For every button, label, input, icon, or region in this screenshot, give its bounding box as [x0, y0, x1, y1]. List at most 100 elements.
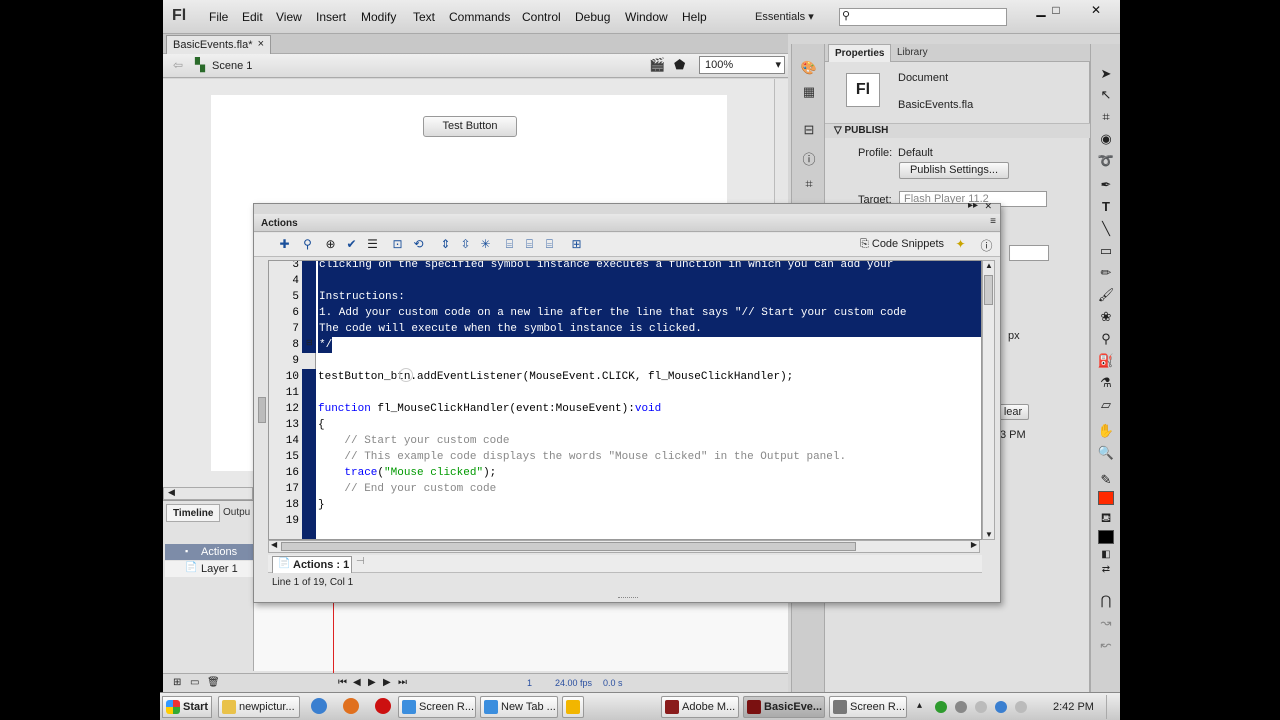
- clear-button[interactable]: lear: [997, 404, 1029, 420]
- layer-1[interactable]: 📄 Layer 1: [165, 561, 253, 577]
- debug-options-icon[interactable]: ⟲: [410, 237, 427, 253]
- firefox-icon[interactable]: [343, 698, 359, 714]
- menu-window[interactable]: Window: [625, 10, 668, 24]
- code-vertical-scrollbar[interactable]: ▲ ▼: [982, 260, 995, 540]
- code-editor[interactable]: 3 4 5 6 7 8 9 10 11 12 13 14 15 16 17 18 19 clicking on …: [268, 260, 982, 540]
- collapse-between-braces-icon[interactable]: ⇕: [437, 237, 454, 253]
- layer-actions[interactable]: ▪ Actions: [165, 544, 253, 560]
- tray-expand-icon[interactable]: ▴: [917, 700, 922, 711]
- text-tool-icon[interactable]: T: [1096, 199, 1116, 217]
- collapse-block-icon[interactable]: ⊟: [306, 338, 313, 347]
- last-frame-icon[interactable]: ⏭: [398, 677, 407, 688]
- apply-block-comment-icon[interactable]: ⌸: [501, 237, 518, 253]
- network-icon[interactable]: [995, 701, 1007, 713]
- zoom-select[interactable]: 100% ▾: [699, 56, 785, 74]
- info-icon[interactable]: ⓘ: [800, 149, 818, 167]
- pencil-tool-icon[interactable]: ✏: [1096, 265, 1116, 283]
- tab-output[interactable]: Outpu: [217, 504, 256, 522]
- help-search-input[interactable]: ⚲: [839, 8, 1007, 26]
- stage-horizontal-scrollbar[interactable]: ◀: [163, 487, 253, 500]
- scroll-down-icon[interactable]: ▼: [985, 530, 993, 539]
- menu-edit[interactable]: Edit: [242, 10, 263, 24]
- stage-color-field[interactable]: [1009, 245, 1049, 261]
- menu-commands[interactable]: Commands: [449, 10, 510, 24]
- taskbar-item-screen-recorder-chrome[interactable]: Screen R...: [398, 696, 476, 718]
- panel-menu-icon[interactable]: ≡: [990, 216, 996, 227]
- step-forward-icon[interactable]: ▶: [383, 677, 391, 688]
- eraser-tool-icon[interactable]: ▱: [1096, 397, 1116, 415]
- smooth-icon[interactable]: ↝: [1096, 615, 1116, 633]
- test-button[interactable]: Test Button: [423, 116, 517, 137]
- edit-symbols-icon[interactable]: ⬟: [674, 57, 685, 73]
- publish-settings-button[interactable]: Publish Settings...: [899, 162, 1009, 179]
- align-icon[interactable]: ⊟: [800, 122, 818, 138]
- show-desktop-button[interactable]: [1106, 695, 1118, 719]
- actions-panel-drag-bar[interactable]: ▸▸ ✕: [254, 200, 1000, 214]
- frame-rate[interactable]: 24.00 fps: [555, 678, 592, 688]
- swap-colors-icon[interactable]: ⇄: [1096, 564, 1116, 582]
- apply-line-comment-icon[interactable]: ⌸: [521, 237, 538, 253]
- subselection-tool-icon[interactable]: ↖: [1096, 87, 1116, 105]
- script-tab[interactable]: 📄 Actions : 1: [272, 556, 352, 573]
- resize-grip[interactable]: [618, 597, 638, 600]
- fill-color-swatch[interactable]: [1098, 530, 1114, 544]
- code-hint-icon[interactable]: ⊡: [389, 237, 406, 253]
- new-layer-icon[interactable]: ⊞: [173, 677, 181, 688]
- free-transform-tool-icon[interactable]: ⌗: [1096, 109, 1116, 127]
- new-folder-icon[interactable]: ▭: [190, 677, 199, 688]
- playhead[interactable]: [333, 601, 334, 676]
- document-tab[interactable]: BasicEvents.fla* ×: [166, 35, 271, 54]
- script-navigator-toggle[interactable]: [258, 397, 266, 423]
- hand-tool-icon[interactable]: ✋: [1096, 423, 1116, 441]
- check-syntax-icon[interactable]: ✔: [343, 237, 360, 253]
- ie-icon[interactable]: [311, 698, 327, 714]
- zoom-tool-icon[interactable]: 🔍: [1096, 445, 1116, 463]
- taskbar-item-explorer[interactable]: newpictur...: [218, 696, 300, 718]
- lasso-tool-icon[interactable]: ➰: [1096, 153, 1116, 171]
- stroke-color-icon[interactable]: ✎: [1096, 472, 1116, 490]
- taskbar-item-new-tab[interactable]: New Tab ...: [480, 696, 558, 718]
- step-back-icon[interactable]: ◀: [353, 677, 361, 688]
- menu-help[interactable]: Help: [682, 10, 707, 24]
- menu-control[interactable]: Control: [522, 10, 561, 24]
- stroke-color-swatch[interactable]: [1098, 491, 1114, 505]
- close-button[interactable]: ✕: [1085, 2, 1107, 18]
- straighten-icon[interactable]: ↜: [1096, 637, 1116, 655]
- delete-layer-icon[interactable]: 🗑: [207, 677, 220, 688]
- bone-tool-icon[interactable]: ⚲: [1096, 331, 1116, 349]
- auto-format-icon[interactable]: ☰: [364, 237, 381, 253]
- volume-icon[interactable]: [1015, 701, 1027, 713]
- scroll-left-icon[interactable]: ◀: [271, 540, 277, 549]
- show-hide-toolbox-icon[interactable]: ⊞: [568, 237, 585, 253]
- transform-icon[interactable]: ⌗: [800, 176, 818, 192]
- fill-color-icon[interactable]: ⛾: [1096, 510, 1116, 528]
- selection-tool-icon[interactable]: ➤: [1096, 66, 1116, 84]
- line-tool-icon[interactable]: ╲: [1096, 221, 1116, 239]
- workspace-switcher[interactable]: Essentials ▾: [755, 10, 814, 23]
- tray-icon-2[interactable]: [955, 701, 967, 713]
- taskbar-item-screen-recorder[interactable]: Screen R...: [829, 696, 907, 718]
- code-snippets-button[interactable]: ⎘ Code Snippets: [860, 238, 944, 251]
- help-icon[interactable]: ⓘ: [978, 237, 995, 253]
- tab-timeline[interactable]: Timeline: [166, 504, 221, 522]
- play-icon[interactable]: ▶: [368, 677, 376, 688]
- scroll-up-icon[interactable]: ▲: [985, 261, 993, 270]
- tray-icon-3[interactable]: [975, 701, 987, 713]
- pen-tool-icon[interactable]: ✒: [1096, 177, 1116, 195]
- menu-insert[interactable]: Insert: [316, 10, 346, 24]
- maximize-button[interactable]: □: [1045, 2, 1067, 18]
- start-button[interactable]: Start: [162, 696, 212, 718]
- swatches-icon[interactable]: ▦: [800, 84, 818, 100]
- back-arrow-icon[interactable]: ⇦: [173, 58, 183, 72]
- find-icon[interactable]: ⚲: [299, 237, 316, 253]
- scroll-left-icon[interactable]: ◀: [168, 487, 175, 498]
- menu-view[interactable]: View: [276, 10, 302, 24]
- deco-tool-icon[interactable]: ❀: [1096, 309, 1116, 327]
- 3d-rotation-tool-icon[interactable]: ◉: [1096, 131, 1116, 149]
- close-icon[interactable]: ×: [258, 38, 264, 50]
- scroll-thumb[interactable]: [281, 542, 856, 551]
- publish-section-header[interactable]: ▽ PUBLISH: [825, 123, 1090, 138]
- eyedropper-tool-icon[interactable]: ⚗: [1096, 375, 1116, 393]
- wizard-icon[interactable]: ✦: [952, 237, 969, 253]
- tab-library[interactable]: Library: [891, 44, 934, 62]
